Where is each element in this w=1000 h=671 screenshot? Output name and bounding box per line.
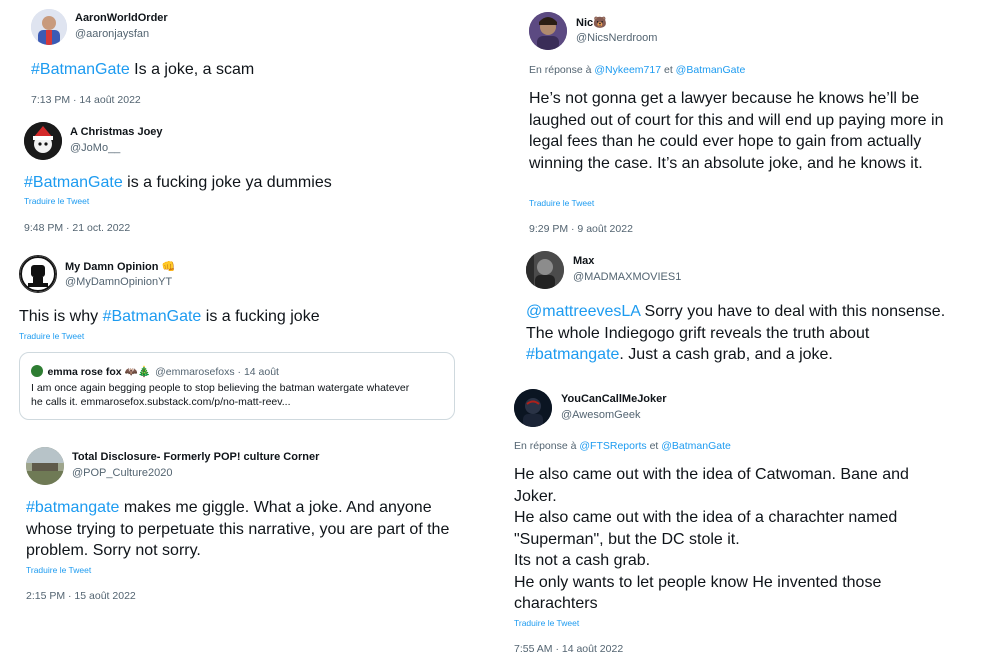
hashtag[interactable]: #batmangate: [526, 346, 619, 363]
reply-context: En réponse à @Nykeem717 et @BatmanGate: [529, 64, 746, 76]
display-name[interactable]: YouCanCallMeJoker: [561, 393, 667, 405]
user-handle[interactable]: @JoMo__: [70, 142, 120, 154]
tweet-text: #batmangate makes me giggle. What a joke…: [26, 499, 450, 559]
mention-link[interactable]: @Nykeem717: [594, 64, 661, 76]
display-name[interactable]: Nic🐻: [576, 16, 607, 29]
tweet-text: He’s not gonna get a lawyer because he k…: [529, 90, 944, 172]
quoted-handle: @emmarosefoxs · 14 août: [155, 366, 279, 378]
hashtag[interactable]: #batmangate: [26, 499, 119, 516]
user-handle[interactable]: @aaronjaysfan: [75, 28, 149, 40]
display-name[interactable]: Max: [573, 255, 594, 267]
mention-link[interactable]: @FTSReports: [579, 440, 646, 452]
timestamp[interactable]: 9:48 PM · 21 oct. 2022: [24, 222, 130, 234]
quoted-avatar: [31, 365, 43, 377]
tweet-text: @mattreevesLA Sorry you have to deal wit…: [526, 303, 946, 363]
tweet-text: #BatmanGate is a fucking joke ya dummies: [24, 174, 332, 191]
tweet-text: #BatmanGate Is a joke, a scam: [31, 61, 255, 78]
quoted-text: I am once again begging people to stop b…: [31, 382, 410, 408]
translate-tweet-link[interactable]: Traduire le Tweet: [529, 198, 594, 208]
mention-link[interactable]: @mattreevesLA: [526, 303, 640, 320]
avatar[interactable]: [31, 9, 67, 45]
avatar[interactable]: [526, 251, 564, 289]
quoted-tweet[interactable]: emma rose fox 🦇🎄 @emmarosefoxs · 14 août…: [19, 352, 455, 420]
timestamp[interactable]: 2:15 PM · 15 août 2022: [26, 590, 136, 602]
display-name[interactable]: A Christmas Joey: [70, 126, 163, 138]
display-name[interactable]: Total Disclosure- Formerly POP! culture …: [72, 451, 319, 463]
avatar[interactable]: [26, 447, 64, 485]
translate-tweet-link[interactable]: Traduire le Tweet: [24, 196, 89, 206]
translate-tweet-link[interactable]: Traduire le Tweet: [19, 331, 84, 341]
quoted-display-name: emma rose fox 🦇🎄: [47, 366, 151, 378]
hashtag[interactable]: #BatmanGate: [24, 174, 123, 191]
timestamp[interactable]: 7:55 AM · 14 août 2022: [514, 643, 623, 655]
reply-context: En réponse à @FTSReports et @BatmanGate: [514, 440, 731, 452]
translate-tweet-link[interactable]: Traduire le Tweet: [26, 565, 91, 575]
display-name[interactable]: My Damn Opinion 👊: [65, 260, 175, 273]
avatar[interactable]: [514, 389, 552, 427]
tweet-text: This is why #BatmanGate is a fucking jok…: [19, 308, 320, 325]
hashtag[interactable]: #BatmanGate: [31, 61, 130, 78]
user-handle[interactable]: @MADMAXMOVIES1: [573, 271, 681, 283]
tweet-text: He also came out with the idea of Catwom…: [514, 466, 909, 612]
timestamp[interactable]: 7:13 PM · 14 août 2022: [31, 94, 141, 106]
display-name[interactable]: AaronWorldOrder: [75, 12, 168, 24]
mention-link[interactable]: @BatmanGate: [661, 440, 731, 452]
timestamp[interactable]: 9:29 PM · 9 août 2022: [529, 223, 633, 235]
hashtag[interactable]: #BatmanGate: [103, 308, 202, 325]
user-handle[interactable]: @AwesomGeek: [561, 409, 640, 421]
user-handle[interactable]: @POP_Culture2020: [72, 467, 172, 479]
avatar[interactable]: [19, 255, 57, 293]
user-handle[interactable]: @NicsNerdroom: [576, 32, 657, 44]
avatar[interactable]: [24, 122, 62, 160]
user-handle[interactable]: @MyDamnOpinionYT: [65, 276, 172, 288]
mention-link[interactable]: @BatmanGate: [676, 64, 746, 76]
translate-tweet-link[interactable]: Traduire le Tweet: [514, 618, 579, 628]
avatar[interactable]: [529, 12, 567, 50]
